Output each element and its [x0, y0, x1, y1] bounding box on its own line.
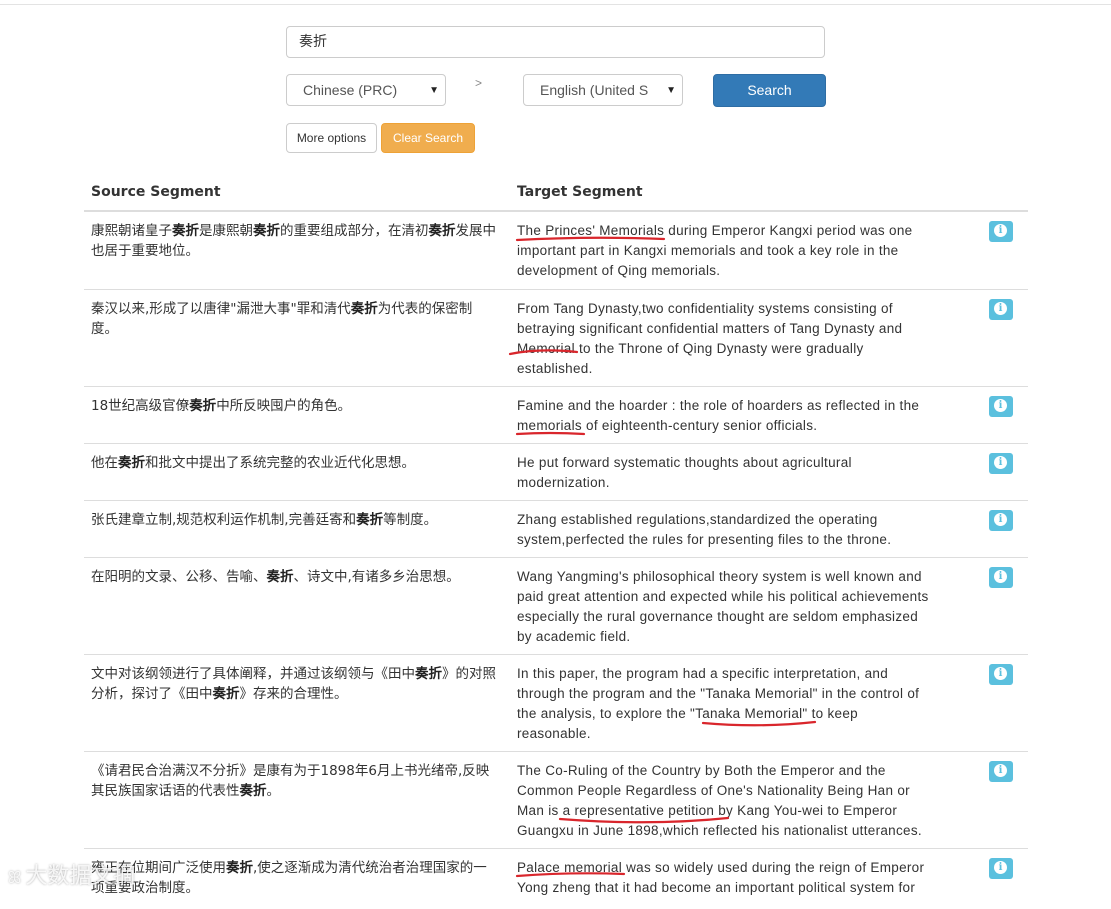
- watermark-logo-icon: ꕤ: [8, 868, 22, 887]
- table-row: 张氏建章立制,规范权利运作机制,完善廷寄和奏折等制度。 Zhang establi…: [84, 500, 1028, 558]
- target-segment-cell: In this paper, the program had a specifi…: [517, 666, 920, 741]
- source-text: 。: [266, 783, 281, 799]
- source-segment-cell: 他在奏折和批文中提出了系统完整的农业近代化思想。: [91, 453, 497, 473]
- table-row: 秦汉以来,形成了以唐律"漏泄大事"罪和清代奏折为代表的保密制度。 From Tan…: [84, 289, 1028, 387]
- chevron-down-icon: ▼: [666, 85, 676, 96]
- target-language-value: English (United S: [540, 82, 649, 98]
- source-language-select[interactable]: Chinese (PRC) ▼: [286, 74, 446, 106]
- source-segment-header: Source Segment: [91, 184, 221, 200]
- search-button[interactable]: Search: [713, 74, 826, 107]
- info-icon: i: [994, 456, 1007, 469]
- info-icon: i: [994, 224, 1007, 237]
- source-segment-cell: 雍正在位期间广泛使用奏折,使之逐渐成为清代统治者治理国家的一项重要政治制度。: [91, 858, 497, 898]
- source-segment-cell: 《请君民合治满汉不分折》是康有为于1898年6月上书光绪帝,反映其民族国家话语的…: [91, 761, 497, 801]
- info-icon: i: [994, 667, 1007, 680]
- info-button[interactable]: i: [989, 858, 1013, 879]
- target-segment-cell: Famine and the hoarder : the role of hoa…: [517, 398, 920, 433]
- source-text: 文中对该纲领进行了具体阐释，并通过该纲领与《田中: [91, 666, 415, 682]
- target-segment-header: Target Segment: [517, 184, 643, 200]
- source-text: 《请君民合治满汉不分折》是康有为于1898年6月上书光绪帝,反映其民族国家话语的…: [91, 763, 490, 799]
- info-button[interactable]: i: [989, 510, 1013, 531]
- info-button[interactable]: i: [989, 453, 1013, 474]
- info-icon: i: [994, 513, 1007, 526]
- info-button[interactable]: i: [989, 567, 1013, 588]
- table-row: 雍正在位期间广泛使用奏折,使之逐渐成为清代统治者治理国家的一项重要政治制度。 Pa…: [84, 848, 1028, 909]
- source-text: 康熙朝诸皇子: [91, 223, 172, 239]
- info-button[interactable]: i: [989, 664, 1013, 685]
- source-segment-cell: 18世纪高级官僚奏折中所反映囤户的角色。: [91, 396, 497, 416]
- target-segment-cell: The Princes' Memorials during Emperor Ka…: [517, 223, 913, 278]
- info-icon: i: [994, 399, 1007, 412]
- highlighted-term: 奏折: [350, 301, 378, 317]
- chevron-down-icon: ▼: [429, 85, 439, 96]
- target-language-select[interactable]: English (United S ▼: [523, 74, 683, 106]
- highlighted-term: 奏折: [239, 783, 267, 799]
- language-direction-arrow: >: [475, 76, 483, 90]
- source-text: 18世纪高级官僚: [91, 398, 190, 414]
- source-segment-cell: 康熙朝诸皇子奏折是康熙朝奏折的重要组成部分，在清初奏折发展中也居于重要地位。: [91, 221, 497, 261]
- highlighted-term: 奏折: [428, 223, 456, 239]
- source-segment-cell: 秦汉以来,形成了以唐律"漏泄大事"罪和清代奏折为代表的保密制度。: [91, 299, 497, 339]
- source-text: 等制度。: [383, 512, 438, 528]
- highlighted-term: 奏折: [172, 223, 199, 239]
- table-row: 《请君民合治满汉不分折》是康有为于1898年6月上书光绪帝,反映其民族国家话语的…: [84, 751, 1028, 849]
- info-icon: i: [994, 861, 1007, 874]
- highlighted-term: 奏折: [356, 512, 384, 528]
- top-divider: [0, 4, 1111, 5]
- target-segment-cell: From Tang Dynasty,two confidentiality sy…: [517, 301, 903, 376]
- info-icon: i: [994, 764, 1007, 777]
- clear-search-button[interactable]: Clear Search: [381, 123, 475, 153]
- target-segment-cell: Palace memorial was so widely used durin…: [517, 860, 925, 895]
- highlighted-term: 奏折: [266, 569, 294, 585]
- source-text: 、诗文中,有诸多乡治思想。: [293, 569, 460, 585]
- source-text: 张氏建章立制,规范权利运作机制,完善廷寄和: [91, 512, 357, 528]
- info-button[interactable]: i: [989, 221, 1013, 242]
- target-segment-cell: Wang Yangming's philosophical theory sys…: [517, 569, 929, 644]
- watermark: ꕤ 大数据文摘: [8, 858, 135, 890]
- highlighted-term: 奏折: [118, 455, 145, 471]
- table-row: 18世纪高级官僚奏折中所反映囤户的角色。 Famine and the hoard…: [84, 386, 1028, 444]
- more-options-button[interactable]: More options: [286, 123, 377, 153]
- highlighted-term: 奏折: [212, 686, 240, 702]
- info-icon: i: [994, 302, 1007, 315]
- source-text: 秦汉以来,形成了以唐律"漏泄大事"罪和清代: [91, 301, 351, 317]
- highlighted-term: 奏折: [253, 223, 280, 239]
- target-segment-cell: Zhang established regulations,standardiz…: [517, 512, 892, 547]
- source-text: 》存来的合理性。: [239, 686, 348, 702]
- target-segment-cell: He put forward systematic thoughts about…: [517, 455, 852, 490]
- target-segment-cell: The Co-Ruling of the Country by Both the…: [517, 763, 922, 838]
- watermark-text: 大数据文摘: [25, 864, 136, 889]
- source-text: 他在: [91, 455, 118, 471]
- table-row: 康熙朝诸皇子奏折是康熙朝奏折的重要组成部分，在清初奏折发展中也居于重要地位。 Th…: [84, 211, 1028, 290]
- highlighted-term: 奏折: [415, 666, 442, 682]
- table-row: 文中对该纲领进行了具体阐释，并通过该纲领与《田中奏折》的对照分析，探讨了《田中奏…: [84, 654, 1028, 752]
- info-button[interactable]: i: [989, 761, 1013, 782]
- source-segment-cell: 张氏建章立制,规范权利运作机制,完善廷寄和奏折等制度。: [91, 510, 497, 530]
- highlighted-term: 奏折: [189, 398, 217, 414]
- source-text: 的重要组成部分，在清初: [280, 223, 429, 239]
- source-text: 中所反映囤户的角色。: [216, 398, 352, 414]
- source-text: 在阳明的文录、公移、告喻、: [91, 569, 267, 585]
- highlighted-term: 奏折: [226, 860, 253, 876]
- info-button[interactable]: i: [989, 396, 1013, 417]
- table-row: 在阳明的文录、公移、告喻、奏折、诗文中,有诸多乡治思想。 Wang Yangmin…: [84, 557, 1028, 655]
- source-segment-cell: 文中对该纲领进行了具体阐释，并通过该纲领与《田中奏折》的对照分析，探讨了《田中奏…: [91, 664, 497, 704]
- source-segment-cell: 在阳明的文录、公移、告喻、奏折、诗文中,有诸多乡治思想。: [91, 567, 497, 587]
- search-input[interactable]: 奏折: [286, 26, 825, 58]
- info-icon: i: [994, 570, 1007, 583]
- source-text: 和批文中提出了系统完整的农业近代化思想。: [145, 455, 415, 471]
- source-text: 是康熙朝: [199, 223, 253, 239]
- info-button[interactable]: i: [989, 299, 1013, 320]
- table-row: 他在奏折和批文中提出了系统完整的农业近代化思想。 He put forward s…: [84, 443, 1028, 501]
- source-language-value: Chinese (PRC): [303, 82, 398, 98]
